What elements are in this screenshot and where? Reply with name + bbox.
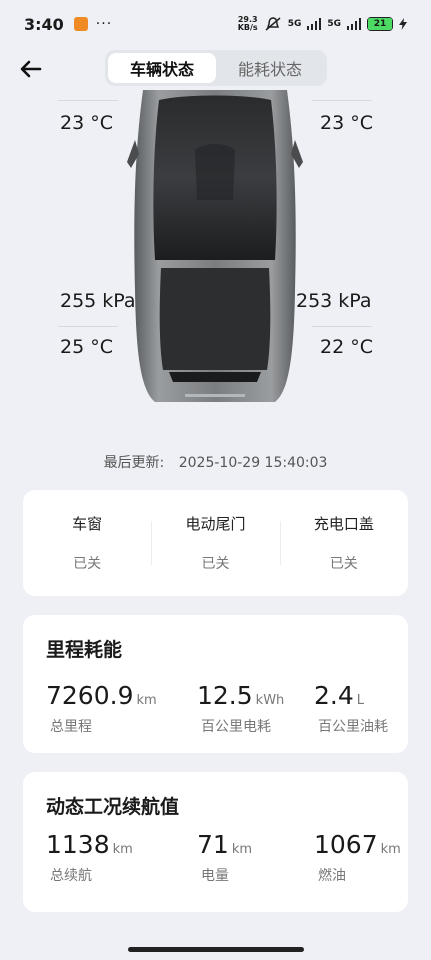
- stat-desc: 电量: [201, 868, 229, 884]
- network-speed: 29.3 KB/s: [238, 16, 258, 32]
- card-title: 动态工况续航值: [46, 796, 180, 818]
- stat-desc: 燃油: [318, 868, 346, 884]
- battery-icon: 21: [367, 17, 393, 31]
- network-speed-unit: KB/s: [237, 23, 258, 32]
- tailgate-status: 电动尾门 已关: [151, 513, 279, 573]
- vehicle-overview: 23 °C 23 °C 255 kPa 253 kPa 25 °C 22 °C: [0, 90, 431, 450]
- tab-bar: 车辆状态 能耗状态: [105, 50, 327, 86]
- last-updated: 最后更新: 2025-10-29 15:40:03: [0, 452, 431, 472]
- status-label: 车窗: [72, 515, 103, 533]
- stat-desc: 总里程: [50, 719, 92, 735]
- stat-desc: 百公里电耗: [201, 719, 271, 735]
- stat-value: 7260.9: [46, 681, 134, 710]
- signal-5g-2: 5G: [327, 19, 341, 29]
- signal-5g-1: 5G: [288, 19, 302, 29]
- status-label: 充电口盖: [313, 515, 374, 533]
- back-button[interactable]: [16, 54, 46, 84]
- total-mileage: 7260.9 km 总里程: [46, 681, 157, 736]
- arrow-left-icon: [20, 60, 42, 78]
- mute-icon: [265, 17, 281, 31]
- status-bar: 3:40 ··· 29.3 KB/s 5G 5G 21: [0, 0, 431, 48]
- tab-energy-status[interactable]: 能耗状态: [216, 53, 324, 83]
- rear-right-temp: 22 °C: [320, 336, 373, 358]
- battery-level: 21: [373, 19, 387, 29]
- divider: [312, 326, 372, 327]
- signal-bars-icon: [307, 18, 322, 30]
- stat-unit: km: [112, 842, 133, 857]
- stat-unit: L: [356, 693, 365, 708]
- dynamic-range-card: 动态工况续航值 1138 km 总续航 71 km 电量 1067 km 燃油: [23, 772, 408, 912]
- stat-unit: km: [380, 842, 401, 857]
- electric-range: 71 km 电量: [197, 830, 252, 885]
- status-value: 已关: [201, 556, 230, 572]
- mileage-energy-card: 里程耗能 7260.9 km 总里程 12.5 kWh 百公里电耗 2.4 L 百公里…: [23, 615, 408, 753]
- status-value: 已关: [329, 556, 358, 572]
- stat-value: 71: [197, 830, 229, 859]
- status-time: 3:40: [24, 14, 64, 34]
- front-right-temp: 23 °C: [320, 112, 373, 134]
- divider: [58, 326, 118, 327]
- home-indicator[interactable]: [128, 947, 304, 952]
- app-notification-icon: [73, 17, 88, 31]
- tab-vehicle-status[interactable]: 车辆状态: [108, 53, 216, 83]
- total-range: 1138 km 总续航: [46, 830, 133, 885]
- stat-unit: km: [231, 842, 253, 857]
- stat-desc: 百公里油耗: [318, 719, 388, 735]
- last-updated-value: 2025-10-29 15:40:03: [178, 455, 328, 471]
- stat-unit: kWh: [255, 693, 285, 708]
- signal1-label: 5G: [287, 19, 302, 29]
- fuel-consumption: 2.4 L 百公里油耗: [314, 681, 388, 736]
- stat-value: 1138: [46, 830, 110, 859]
- car-top-view-image: [127, 90, 303, 402]
- fuel-range: 1067 km 燃油: [314, 830, 401, 885]
- stat-value: 1067: [314, 830, 378, 859]
- charge-port-status: 充电口盖 已关: [279, 513, 408, 573]
- last-updated-label: 最后更新:: [103, 455, 165, 471]
- card-title: 里程耗能: [46, 639, 123, 661]
- stat-desc: 总续航: [50, 868, 92, 884]
- front-left-temp: 23 °C: [60, 112, 113, 134]
- rear-right-pressure: 253 kPa: [296, 290, 372, 312]
- stat-value: 2.4: [314, 681, 354, 710]
- electric-consumption: 12.5 kWh 百公里电耗: [197, 681, 284, 736]
- header: 车辆状态 能耗状态: [0, 48, 431, 90]
- divider: [58, 100, 118, 101]
- window-status: 车窗 已关: [23, 513, 151, 573]
- signal2-label: 5G: [327, 19, 341, 29]
- stat-value: 12.5: [197, 681, 253, 710]
- rear-left-pressure: 255 kPa: [60, 290, 136, 312]
- status-label: 电动尾门: [185, 515, 246, 533]
- divider: [312, 100, 372, 101]
- more-notifications-icon: ···: [95, 16, 113, 32]
- signal-bars-icon-2: [347, 18, 361, 30]
- rear-left-temp: 25 °C: [60, 336, 113, 358]
- vehicle-status-card: 车窗 已关 电动尾门 已关 充电口盖 已关: [23, 490, 408, 596]
- stat-unit: km: [136, 693, 157, 708]
- charging-icon: [399, 18, 407, 30]
- status-value: 已关: [73, 556, 102, 572]
